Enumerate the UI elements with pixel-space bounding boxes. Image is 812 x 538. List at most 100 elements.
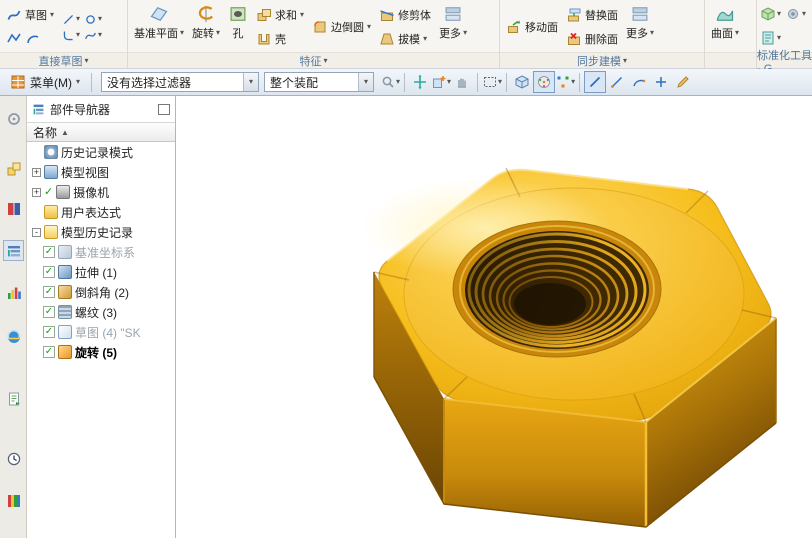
tree-item-model-views[interactable]: + 模型视图	[27, 162, 175, 182]
tree-item-datum-csys[interactable]: ✓ 基准坐标系	[27, 242, 175, 262]
panel-float-button[interactable]	[158, 103, 170, 115]
checkbox[interactable]: ✓	[43, 286, 55, 298]
chevron-down-icon: ▾	[396, 77, 401, 86]
sketch-button[interactable]: 草图 ▾	[2, 3, 58, 27]
part-navigator-button[interactable]	[3, 198, 24, 219]
replace-face-button[interactable]: 替换面	[562, 3, 622, 27]
tree-item-thread[interactable]: ✓ 螺纹 (3)	[27, 302, 175, 322]
delete-face-button[interactable]: 删除面	[562, 27, 622, 51]
roles-button[interactable]	[3, 490, 24, 511]
point-tool-button[interactable]	[650, 71, 672, 93]
panel-title: 部件导航器	[50, 102, 111, 117]
chevron-down-icon: ▾	[777, 9, 782, 18]
snap-points-icon	[557, 76, 569, 88]
chevron-down-icon: ▾	[622, 55, 627, 65]
line-slash-icon	[589, 76, 601, 88]
group-label-direct-sketch[interactable]: 直接草图 ▾	[0, 52, 127, 68]
sketch-edit-button[interactable]	[672, 71, 694, 93]
surface-button[interactable]: 曲面 ▾	[707, 1, 743, 41]
more-sync-button[interactable]: 更多 ▾	[622, 1, 658, 41]
expand-icon[interactable]: +	[32, 167, 41, 177]
checkbox[interactable]: ✓	[43, 246, 55, 258]
tree-item-cameras[interactable]: + ✓ 摄像机	[27, 182, 175, 202]
move-object-button[interactable]	[409, 71, 431, 93]
standard-tool-button-2[interactable]: ▾	[784, 5, 807, 23]
snap-point-toggle-button[interactable]	[533, 71, 556, 93]
more-feature-button[interactable]: 更多 ▾	[435, 1, 471, 41]
chevron-down-icon: ▾	[802, 9, 807, 18]
edge-blend-button[interactable]: 边倒圆 ▾	[308, 15, 375, 39]
tree-item-history-mode[interactable]: 历史记录模式	[27, 142, 175, 162]
history-palette-button[interactable]	[3, 388, 24, 409]
expand-icon[interactable]: +	[32, 187, 41, 197]
move-face-button[interactable]: 移动面	[502, 15, 562, 39]
inferred-line-button[interactable]	[606, 71, 628, 93]
arc-tool-button[interactable]	[628, 71, 650, 93]
hole-button[interactable]: 孔	[224, 1, 252, 41]
shaded-view-button[interactable]	[511, 71, 533, 93]
arc-curve-icon	[27, 35, 39, 44]
spline-tool-button[interactable]: ▾	[83, 28, 103, 43]
tree-item-sketch[interactable]: ✓ 草图 (4) "SK	[27, 322, 175, 342]
sync-modeling-buttons: 移动面 替换面 删除面 更多 ▾	[500, 0, 704, 52]
chamfer-icon	[58, 285, 72, 299]
profile-curve-button[interactable]	[2, 27, 58, 51]
menu-button[interactable]: 菜单(M) ▾	[3, 72, 87, 93]
process-studio-button[interactable]	[3, 448, 24, 469]
ribbon-group-feature: 基准平面 ▾ 旋转 ▾ 孔 求和 ▾ 壳 边倒圆 ▾ 修剪体 拔模 ▾ 更多 ▾…	[128, 0, 500, 68]
line-tool-toggle-button[interactable]	[584, 71, 607, 93]
snap-plus-button[interactable]: ▾	[431, 74, 451, 90]
tree-item-user-expressions[interactable]: 用户表达式	[27, 202, 175, 222]
hd3d-tools-button[interactable]	[3, 282, 24, 303]
draft-button[interactable]: 拔模 ▾	[375, 27, 435, 51]
checkbox[interactable]: ✓	[43, 266, 55, 278]
checkbox[interactable]: ✓	[43, 346, 55, 358]
profile-curve-icon	[7, 33, 21, 43]
group-label-standard-tools[interactable]: 标准化工具 - G...	[757, 50, 812, 75]
constraint-navigator-button[interactable]	[3, 158, 24, 179]
tree-item-chamfer[interactable]: ✓ 倒斜角 (2)	[27, 282, 175, 302]
trim-body-button[interactable]: 修剪体	[375, 3, 435, 27]
assembly-navigator-button[interactable]	[3, 108, 24, 129]
shell-button[interactable]: 壳	[252, 27, 308, 51]
fillet-tool-button[interactable]: ▾	[61, 28, 81, 43]
rectangle-select-button[interactable]: ▾	[482, 74, 502, 90]
circle-tool-button[interactable]: ▾	[83, 12, 103, 27]
direct-sketch-buttons: 草图 ▾ ▾ ▾ ▾ ▾	[0, 0, 127, 52]
ribbon: 草图 ▾ ▾ ▾ ▾ ▾ 直接草图 ▾ 基准平面 ▾ 旋转 ▾ 孔 求和 ▾ 壳…	[0, 0, 812, 75]
group-label-sync-modeling[interactable]: 同步建模 ▾	[500, 52, 704, 68]
model-views-icon	[44, 165, 58, 179]
name-column-header[interactable]: 名称 ▲	[27, 122, 175, 142]
chevron-down-icon: ▾	[777, 33, 782, 42]
standard-tool-button-3[interactable]: ▾	[759, 29, 782, 47]
line-tool-button[interactable]: ▾	[61, 12, 81, 27]
unite-button[interactable]: 求和 ▾	[252, 3, 308, 27]
chevron-down-icon: ▾	[463, 28, 468, 37]
tree-item-extrude[interactable]: ✓ 拉伸 (1)	[27, 262, 175, 282]
tree-item-model-history[interactable]: - 模型历史记录	[27, 222, 175, 242]
checkbox[interactable]: ✓	[43, 306, 55, 318]
collapse-icon[interactable]: -	[32, 227, 41, 237]
group-label-feature[interactable]: 特征 ▾	[128, 52, 499, 68]
web-browser-button[interactable]	[3, 326, 24, 347]
ribbon-group-direct-sketch: 草图 ▾ ▾ ▾ ▾ ▾ 直接草图 ▾	[0, 0, 128, 68]
chevron-down-icon[interactable]: ▾	[243, 73, 259, 91]
constraint-navigator-icon	[7, 162, 20, 175]
panel-title-bar: 部件导航器	[27, 96, 175, 122]
standard-tool-button-1[interactable]: ▾	[759, 5, 782, 23]
graphics-viewport[interactable]	[176, 96, 812, 538]
reuse-library-button[interactable]	[3, 240, 24, 261]
revolve-button[interactable]: 旋转 ▾	[188, 1, 224, 41]
datum-plane-button[interactable]: 基准平面 ▾	[130, 1, 188, 41]
revolve-icon	[198, 5, 214, 23]
hex-nut-3d-model[interactable]	[176, 96, 812, 538]
selection-scope-dropdown[interactable]: 整个装配 ▾	[264, 72, 375, 92]
checkbox[interactable]: ✓	[43, 326, 55, 338]
find-in-window-button[interactable]: ▾	[380, 74, 400, 90]
tree-item-revolve[interactable]: ✓ 旋转 (5)	[27, 342, 175, 362]
chevron-down-icon[interactable]: ▾	[358, 73, 374, 91]
selection-filter-dropdown[interactable]: 没有选择过滤器 ▾	[101, 72, 260, 92]
standard-tools-buttons: ▾ ▾ ▾	[757, 0, 812, 52]
snap-options-button[interactable]: ▾	[555, 74, 575, 90]
hand-tool-button[interactable]	[451, 71, 473, 93]
